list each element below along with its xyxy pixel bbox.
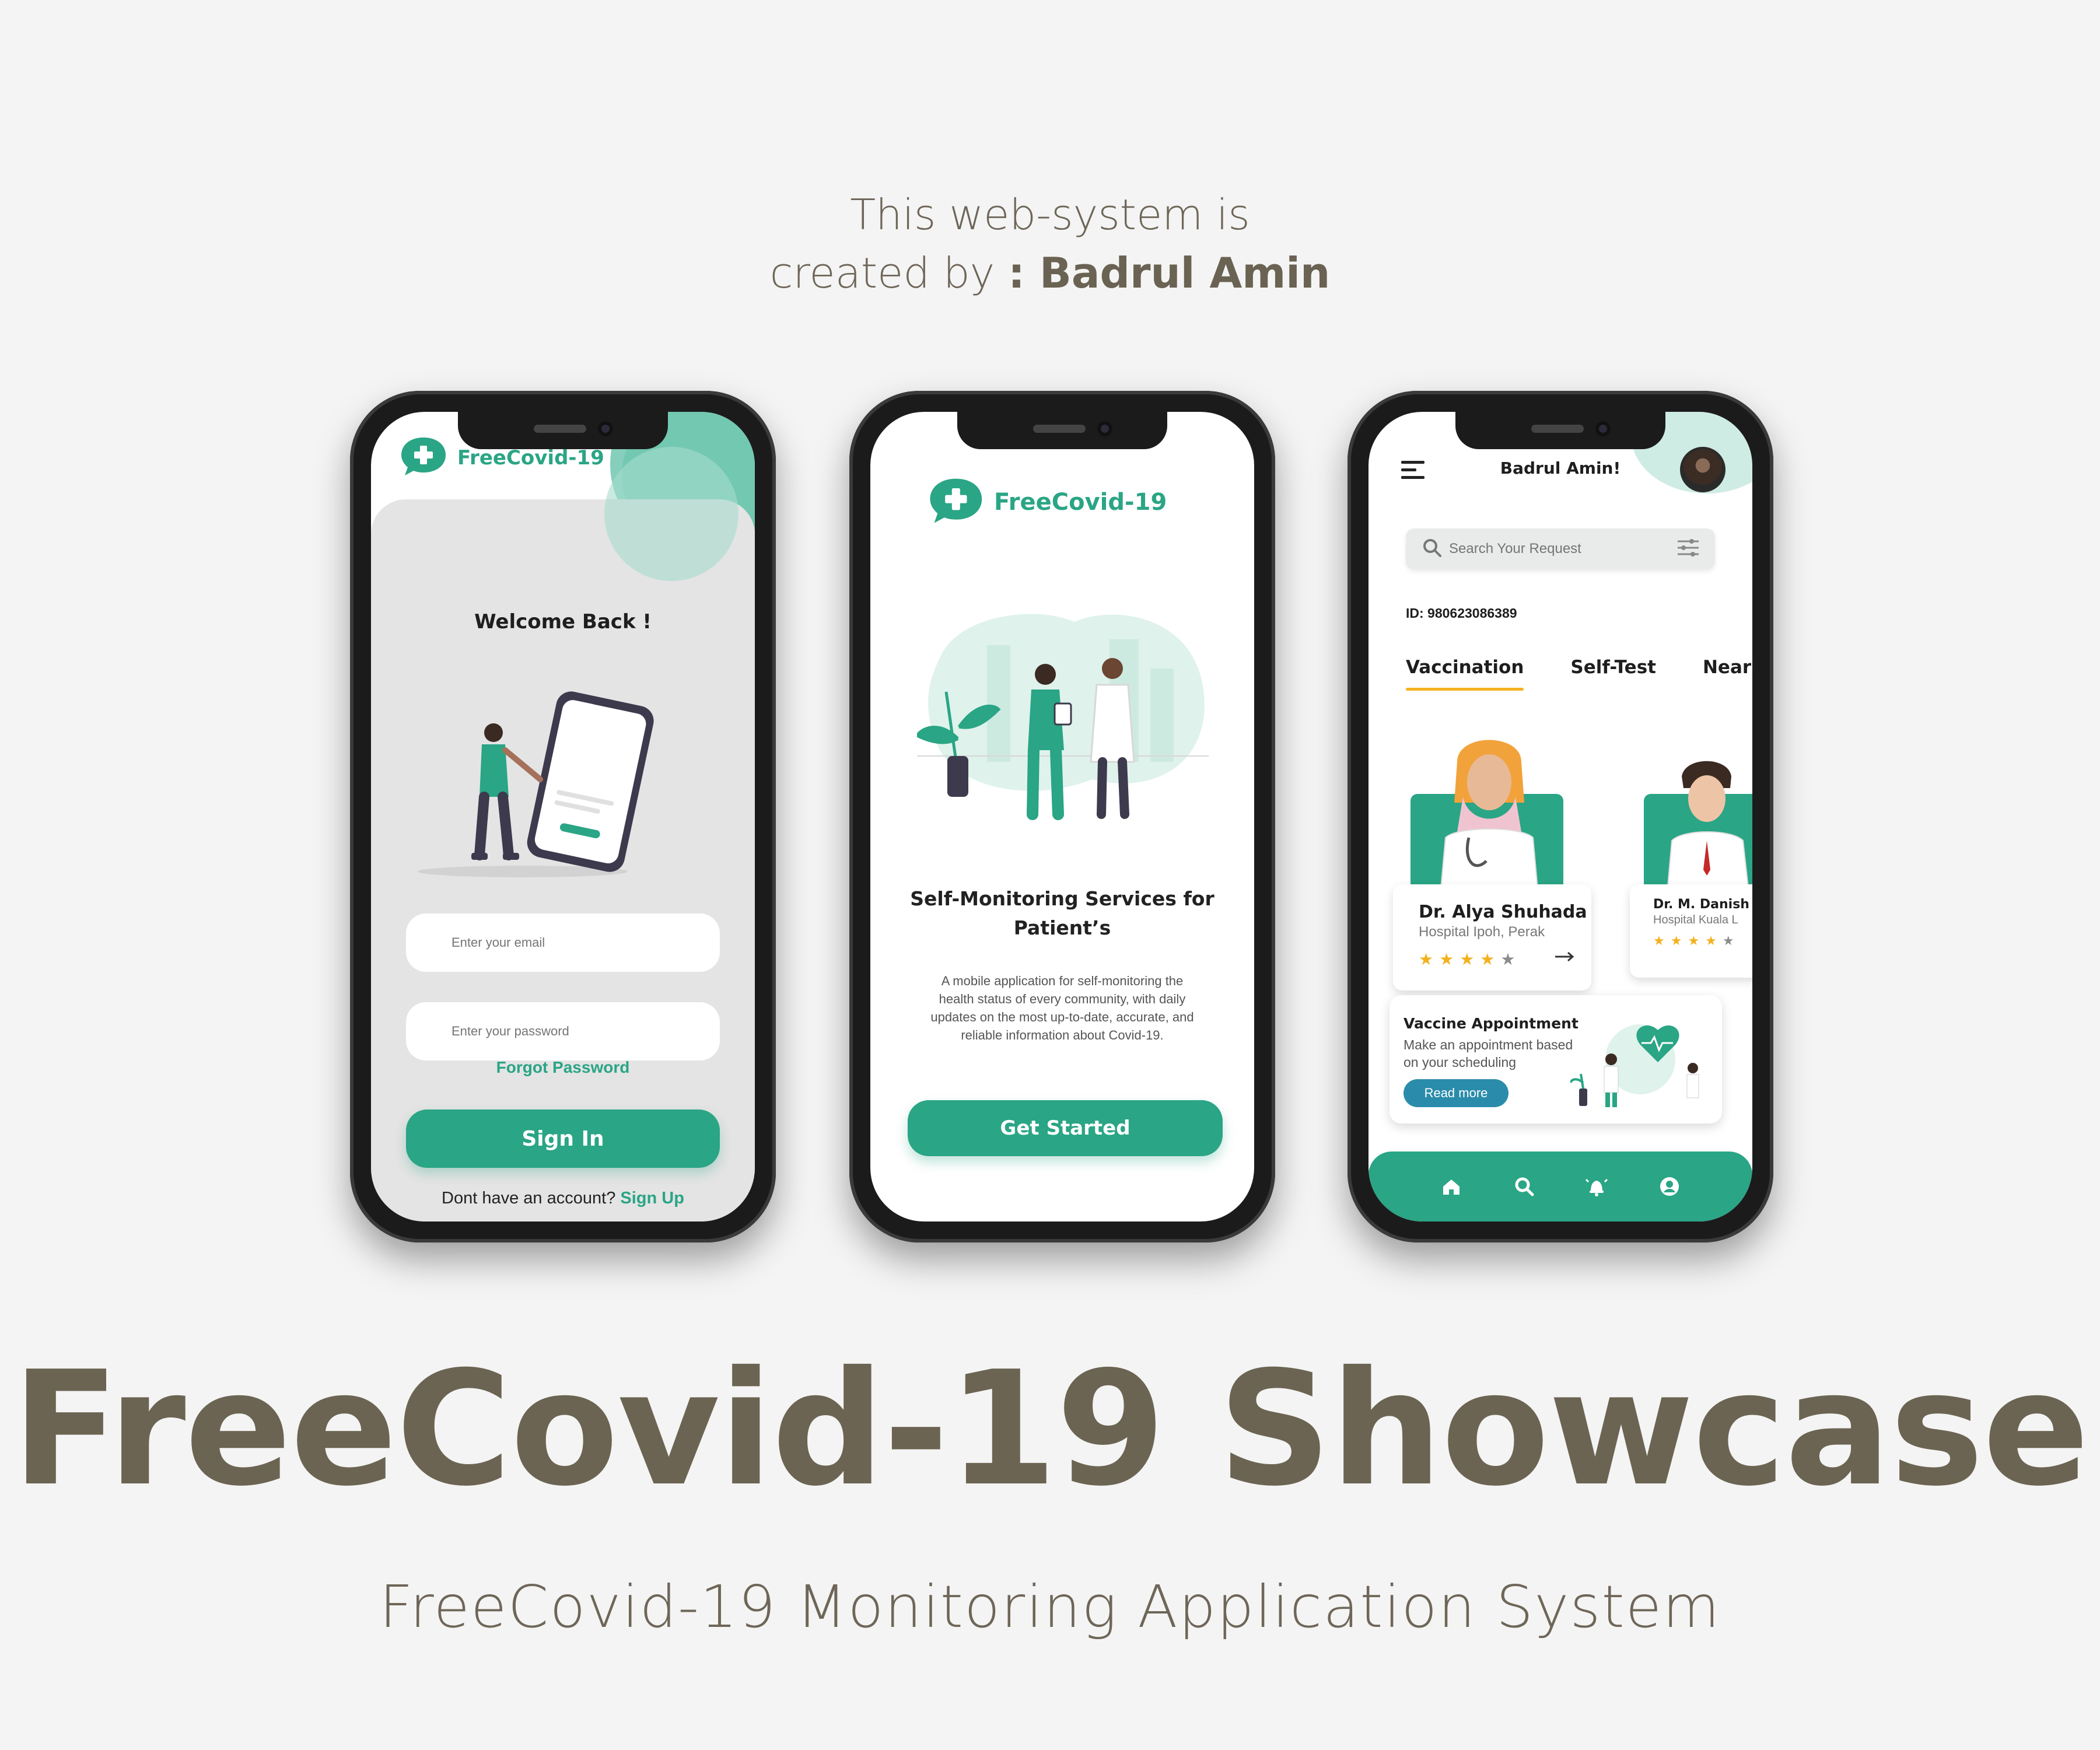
password-field[interactable] <box>406 1002 720 1060</box>
credit-line-2: created by : Badrul Amin <box>0 244 2100 302</box>
search-input[interactable] <box>1449 541 1647 557</box>
tab-self-test[interactable]: Self-Test <box>1570 657 1656 678</box>
rating-stars: ★★★★★ <box>1419 950 1521 968</box>
forgot-password-link[interactable]: Forgot Password <box>371 1058 755 1077</box>
sign-up-link[interactable]: Sign Up <box>620 1189 684 1208</box>
home-screen: Badrul Amin! ID: 980623086389 Vaccinatio… <box>1368 412 1752 1222</box>
showcase-title: FreeCovid-19 Showcase <box>12 1337 2090 1521</box>
medical-bubble-icon <box>929 476 985 528</box>
get-started-button[interactable]: Get Started <box>908 1100 1223 1156</box>
avatar[interactable] <box>1680 447 1726 492</box>
bell-icon[interactable] <box>1579 1169 1614 1204</box>
phone-illustration <box>418 691 654 877</box>
appointment-title: Vaccine Appointment <box>1404 1015 1578 1032</box>
arrow-right-icon[interactable] <box>1554 951 1575 965</box>
doctor-info-card: Dr. M. Danish Hospital Kuala L ★★★★★ <box>1630 884 1752 978</box>
no-account-text: Dont have an account? <box>442 1189 616 1208</box>
phone-notch <box>458 412 668 449</box>
medical-bubble-icon <box>400 435 448 480</box>
appointment-illustration <box>1570 1024 1699 1107</box>
rating-stars: ★★★★★ <box>1653 933 1740 948</box>
brand-name: FreeCovid-19 <box>457 446 604 470</box>
user-id: ID: 980623086389 <box>1406 606 1517 621</box>
doctor-photo <box>1438 740 1540 902</box>
decor-blob-overlap <box>604 447 738 581</box>
brand-logo: FreeCovid-19 <box>929 476 1167 528</box>
menu-icon[interactable] <box>1401 460 1427 484</box>
brand-name: FreeCovid-19 <box>994 488 1167 516</box>
onboarding-screen: FreeCovid-19 Self-Monitoring Services fo… <box>870 412 1254 1222</box>
credit-prefix: created by <box>769 249 1009 298</box>
doctors-illustration <box>917 614 1209 820</box>
email-field[interactable] <box>406 914 720 972</box>
home-icon[interactable] <box>1434 1169 1469 1204</box>
search-icon <box>1422 538 1442 561</box>
tab-vaccination[interactable]: Vaccination <box>1406 657 1524 691</box>
filter-icon[interactable] <box>1676 538 1700 561</box>
phone-notch <box>957 412 1167 449</box>
vaccine-appointment-card[interactable]: Vaccine Appointment Make an appointment … <box>1390 995 1722 1124</box>
onboarding-description: A mobile application for self-monitoring… <box>930 974 1194 1042</box>
tab-nearby[interactable]: Nearby <box>1703 657 1752 678</box>
phone-login: FreeCovid-19 Welcome Back ! Forgot Passw… <box>350 391 776 1242</box>
doctor-name: Dr. M. Danish <box>1653 897 1749 912</box>
credit-author: : Badrul Amin <box>1008 249 1331 298</box>
appointment-description: Make an appointment based on your schedu… <box>1404 1037 1573 1070</box>
phone-notch <box>1455 412 1665 449</box>
search-icon[interactable] <box>1507 1169 1542 1204</box>
category-tabs: Vaccination Self-Test Nearby <box>1406 657 1752 691</box>
sign-in-button[interactable]: Sign In <box>406 1110 720 1168</box>
welcome-heading: Welcome Back ! <box>474 610 652 634</box>
doctor-name: Dr. Alya Shuhada <box>1419 902 1587 922</box>
phone-home: Badrul Amin! ID: 980623086389 Vaccinatio… <box>1348 391 1773 1242</box>
credit-line-1: This web-system is <box>850 190 1250 239</box>
bottom-nav <box>1368 1152 1752 1222</box>
doctor-photo <box>1666 761 1750 893</box>
doctor-hospital: Hospital Kuala L <box>1653 914 1738 926</box>
search-bar <box>1406 528 1715 569</box>
signup-prompt: Dont have an account? Sign Up <box>371 1189 755 1208</box>
login-screen: FreeCovid-19 Welcome Back ! Forgot Passw… <box>371 412 755 1222</box>
doctor-hospital: Hospital Ipoh, Perak <box>1419 924 1545 940</box>
user-icon[interactable] <box>1652 1169 1687 1204</box>
onboarding-headline: Self-Monitoring Services for Patient’s <box>910 887 1214 939</box>
read-more-button[interactable]: Read more <box>1404 1079 1508 1107</box>
phone-onboarding: FreeCovid-19 Self-Monitoring Services fo… <box>849 391 1275 1242</box>
doctor-info-card: Dr. Alya Shuhada Hospital Ipoh, Perak ★★… <box>1393 884 1591 991</box>
showcase-subtitle: FreeCovid-19 Monitoring Application Syst… <box>379 1573 1721 1641</box>
